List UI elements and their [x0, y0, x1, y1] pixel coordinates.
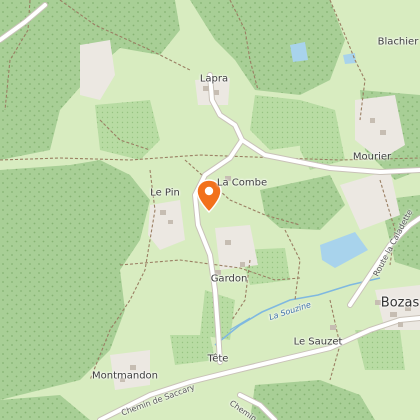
map-view[interactable]: Lapra Blachier Mourier La Combe Le Pin G…: [0, 0, 420, 420]
pond: [290, 42, 308, 62]
place-label-le-sauzet: Le Sauzet: [293, 336, 343, 348]
place-label-bozas: Bozas: [380, 295, 420, 311]
place-label-tete: Tête: [207, 353, 229, 365]
place-label-le-pin: Le Pin: [150, 187, 180, 199]
place-label-montmandon: Montmandon: [91, 370, 159, 382]
place-label-lapra: Lapra: [199, 73, 229, 85]
place-label-la-combe: La Combe: [216, 177, 268, 189]
place-label-blachier: Blachier: [377, 36, 419, 48]
place-label-gardon: Gardon: [210, 273, 248, 285]
place-label-mourier: Mourier: [352, 151, 392, 163]
